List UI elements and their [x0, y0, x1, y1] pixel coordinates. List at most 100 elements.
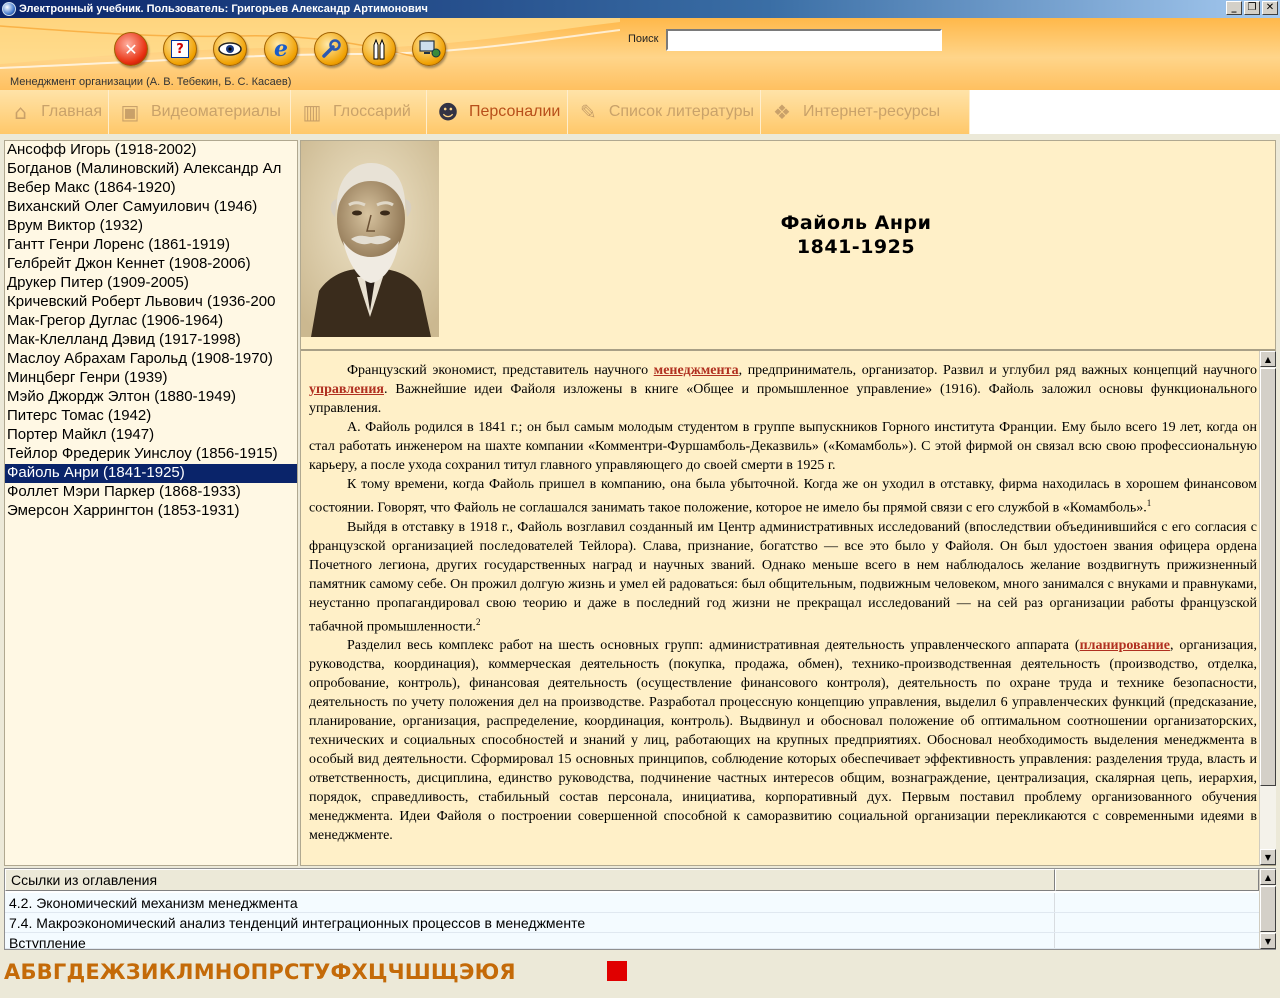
- persons-list[interactable]: Ансофф Игорь (1918-2002) Богданов (Малин…: [4, 140, 298, 866]
- column-header[interactable]: Ссылки из оглавления: [5, 869, 1055, 891]
- table-cell[interactable]: Вступление: [5, 933, 1055, 948]
- search-input[interactable]: [666, 29, 942, 51]
- glossary-link-management[interactable]: менеджмента: [654, 363, 739, 378]
- list-item[interactable]: Кричевский Роберт Львович (1936-200: [5, 293, 297, 312]
- scroll-thumb[interactable]: [1260, 886, 1276, 932]
- list-item[interactable]: Гантт Генри Лоренс (1861-1919): [5, 236, 297, 255]
- notes-button[interactable]: [362, 32, 396, 66]
- list-item[interactable]: Портер Майкл (1947): [5, 426, 297, 445]
- table-cell[interactable]: 7.4. Макроэкономический анализ тенденций…: [5, 913, 1055, 932]
- list-item[interactable]: Вебер Макс (1864-1920): [5, 179, 297, 198]
- text: , предприниматель, организатор. Развил и…: [738, 363, 1257, 378]
- person-portrait: [301, 141, 439, 337]
- list-item[interactable]: Мак-Клелланд Дэвид (1917-1998): [5, 331, 297, 350]
- tab-label: Видеоматериалы: [151, 103, 281, 120]
- scroll-thumb[interactable]: [1260, 368, 1276, 786]
- list-item[interactable]: Маслоу Абрахам Гарольд (1908-1970): [5, 350, 297, 369]
- list-item[interactable]: Мак-Грегор Дуглас (1906-1964): [5, 312, 297, 331]
- tab-internet[interactable]: ❖ Интернет-ресурсы: [761, 90, 970, 134]
- pen-paper-icon: ✎: [580, 100, 597, 124]
- list-item[interactable]: Друкер Питер (1909-2005): [5, 274, 297, 293]
- links-scrollbar[interactable]: ▲ ▼: [1259, 869, 1276, 949]
- tab-glossary[interactable]: ▥ Глоссарий: [291, 90, 427, 134]
- table-row[interactable]: Вступление: [5, 933, 1259, 949]
- exit-button[interactable]: ✕: [114, 32, 148, 66]
- list-item[interactable]: Фоллет Мэри Паркер (1868-1933): [5, 483, 297, 502]
- tab-label: Глоссарий: [333, 103, 411, 120]
- scroll-down-icon[interactable]: ▼: [1260, 933, 1276, 949]
- table-header: Ссылки из оглавления: [5, 869, 1259, 891]
- tab-persons[interactable]: ☻ Персоналии: [427, 90, 568, 134]
- bio-scrollbar[interactable]: ▲ ▼: [1259, 351, 1276, 865]
- tab-literature[interactable]: ✎ Список литературы: [568, 90, 761, 134]
- browser-button[interactable]: e: [264, 32, 298, 66]
- app-header: ✕ ? e Поиск Менеджмент организации (А. В…: [0, 18, 1280, 90]
- person-years: 1841-1925: [796, 236, 916, 258]
- tab-video[interactable]: ▣ Видеоматериалы: [109, 90, 291, 134]
- scroll-up-icon[interactable]: ▲: [1260, 869, 1276, 885]
- window-controls: _ ❐ ✕: [1226, 1, 1278, 15]
- biography-text: Французский экономист, представитель нау…: [309, 361, 1257, 865]
- person-icon: ☻: [437, 100, 459, 124]
- list-item[interactable]: Файоль Анри (1841-1925): [5, 464, 297, 483]
- scroll-up-icon[interactable]: ▲: [1260, 351, 1276, 367]
- help-icon: ?: [171, 40, 189, 58]
- text: , организация, руководства, координация)…: [309, 638, 1257, 844]
- scroll-down-icon[interactable]: ▼: [1260, 849, 1276, 865]
- network-button[interactable]: [412, 32, 446, 66]
- tab-label: Интернет-ресурсы: [803, 103, 941, 120]
- list-item[interactable]: Богданов (Малиновский) Александр Ал: [5, 160, 297, 179]
- internet-explorer-icon: e: [274, 36, 288, 62]
- tab-home[interactable]: ⌂ Главная: [0, 90, 109, 134]
- bio-paragraph: Французский экономист, представитель нау…: [309, 361, 1257, 418]
- table-cell: [1055, 933, 1259, 948]
- glossary-link-governance[interactable]: управления: [309, 382, 384, 397]
- settings-button[interactable]: [314, 32, 348, 66]
- list-item[interactable]: Тейлор Фредерик Уинслоу (1856-1915): [5, 445, 297, 464]
- list-item[interactable]: Мэйо Джордж Элтон (1880-1949): [5, 388, 297, 407]
- list-item[interactable]: Виханский Олег Самуилович (1946): [5, 198, 297, 217]
- footnote-1[interactable]: 1: [1147, 498, 1152, 508]
- eye-icon: [218, 42, 242, 56]
- books-icon: ▥: [302, 100, 322, 124]
- text: Выйдя в отставку в 1918 г., Файоль возгл…: [309, 519, 1257, 635]
- divider: [301, 349, 1275, 351]
- glossary-link-planning[interactable]: планирование: [1080, 638, 1170, 653]
- column-header-empty[interactable]: [1055, 869, 1259, 891]
- bio-paragraph: Выйдя в отставку в 1918 г., Файоль возгл…: [309, 518, 1257, 637]
- alphabet-letters[interactable]: АБВГДЕЖЗИКЛМНОПРСТУФХЦЧШЩЭЮЯ: [4, 960, 516, 984]
- help-button[interactable]: ?: [163, 32, 197, 66]
- toc-links-table: Ссылки из оглавления 4.2. Экономический …: [4, 868, 1276, 950]
- list-item[interactable]: Врум Виктор (1932): [5, 217, 297, 236]
- network-icon: [419, 40, 441, 58]
- view-button[interactable]: [213, 32, 247, 66]
- search-label: Поиск: [628, 33, 659, 45]
- bio-paragraph: Разделил весь комплекс работ на шесть ос…: [309, 636, 1257, 845]
- maximize-button[interactable]: ❐: [1244, 1, 1260, 15]
- person-name: Файоль Анри: [780, 212, 932, 234]
- text: Разделил весь комплекс работ на шесть ос…: [347, 638, 1080, 654]
- alphabet-end-marker: [607, 961, 627, 981]
- list-item[interactable]: Питерс Томас (1942): [5, 407, 297, 426]
- table-row[interactable]: 7.4. Макроэкономический анализ тенденций…: [5, 913, 1259, 933]
- table-row[interactable]: 4.2. Экономический механизм менеджмента: [5, 893, 1259, 913]
- footnote-2[interactable]: 2: [476, 617, 481, 627]
- close-icon: ✕: [124, 39, 138, 59]
- list-item[interactable]: Ансофф Игорь (1918-2002): [5, 141, 297, 160]
- home-icon: ⌂: [14, 100, 27, 124]
- video-icon: ▣: [120, 100, 140, 124]
- table-cell[interactable]: 4.2. Экономический механизм менеджмента: [5, 893, 1055, 912]
- text: . Важнейшие идеи Файоля изложены в книге…: [309, 382, 1257, 416]
- alphabet-bar: АБВГДЕЖЗИКЛМНОПРСТУФХЦЧШЩЭЮЯ: [0, 951, 1280, 998]
- list-item[interactable]: Минцберг Генри (1939): [5, 369, 297, 388]
- pens-icon: [373, 38, 385, 60]
- close-window-button[interactable]: ✕: [1262, 1, 1278, 15]
- application-window: Электронный учебник. Пользователь: Григо…: [0, 0, 1280, 998]
- text: К тому времени, когда Файоль пришел в ко…: [309, 477, 1257, 516]
- person-details: Файоль Анри 1841-1925 Французский эконом…: [300, 140, 1276, 866]
- list-item[interactable]: Эмерсон Харрингтон (1853-1931): [5, 502, 297, 521]
- minimize-button[interactable]: _: [1226, 1, 1242, 15]
- list-item[interactable]: Гелбрейт Джон Кеннет (1908-2006): [5, 255, 297, 274]
- person-title: Файоль Анри 1841-1925: [721, 211, 991, 259]
- person-header: Файоль Анри 1841-1925: [301, 141, 1275, 349]
